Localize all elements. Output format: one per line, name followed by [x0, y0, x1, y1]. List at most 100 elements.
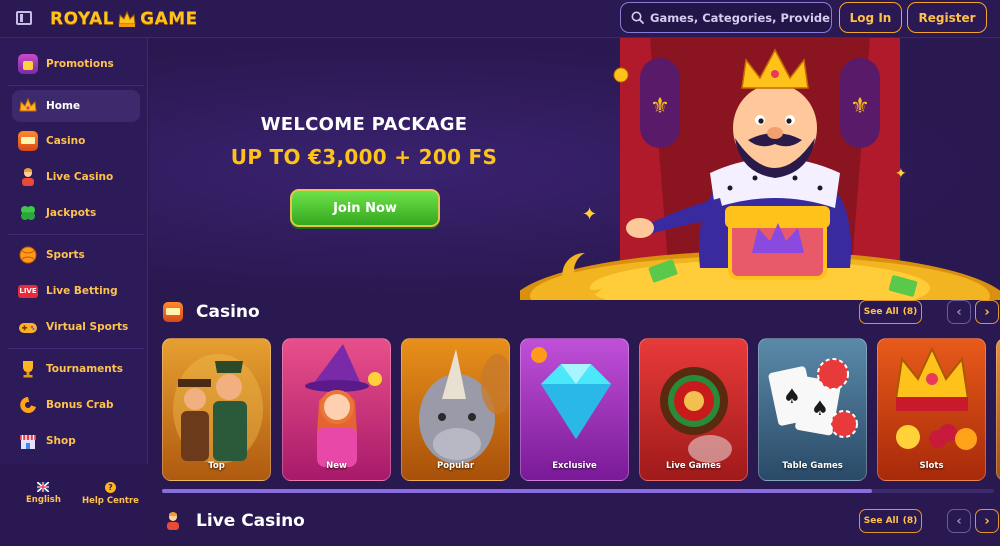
- ball-icon: [19, 246, 37, 264]
- svg-text:⚜: ⚜: [850, 94, 870, 119]
- sidebar-item-shop[interactable]: Shop: [12, 425, 140, 457]
- sidebar-item-label: Tournaments: [46, 363, 124, 375]
- login-button[interactable]: Log In: [839, 2, 902, 33]
- svg-text:✦: ✦: [895, 166, 907, 182]
- sidebar-item-live-betting[interactable]: LIVE Live Betting: [12, 275, 140, 307]
- top-header: ROYAL GAME Log In Register: [0, 0, 1000, 38]
- sidebar-item-promotions[interactable]: Promotions: [12, 48, 140, 80]
- crab-icon: [20, 397, 36, 413]
- help-centre-label: Help Centre: [82, 496, 139, 506]
- live-casino-prev-arrow-icon[interactable]: ‹: [947, 509, 971, 533]
- sidebar-divider: [8, 234, 144, 235]
- sidebar-item-casino[interactable]: Casino: [12, 125, 140, 157]
- sidebar-item-bonus-crab[interactable]: Bonus Crab: [12, 389, 140, 421]
- category-card-table-games[interactable]: ♠ ♠ Table Games: [758, 338, 867, 481]
- cards-and-chips-artwork: ♠ ♠: [768, 358, 858, 438]
- slot-machine-icon: [163, 302, 183, 322]
- card-label: Live Games: [666, 461, 721, 471]
- roulette-artwork: [660, 367, 732, 463]
- category-card-new[interactable]: New: [282, 338, 391, 481]
- see-all-label: See All: [863, 307, 899, 317]
- carousel-scrollbar[interactable]: [162, 489, 994, 493]
- clover-icon: [21, 206, 35, 220]
- category-card-live-games[interactable]: Live Games: [639, 338, 748, 481]
- dealer-icon: [22, 168, 34, 186]
- see-all-casino-button[interactable]: See All (8): [859, 300, 922, 324]
- join-now-button[interactable]: Join Now: [290, 189, 440, 227]
- banner-offer: UP TO €3,000 + 200 FS: [230, 145, 498, 169]
- card-label: Table Games: [782, 461, 843, 471]
- sidebar-item-sports[interactable]: Sports: [12, 239, 140, 271]
- uk-flag-icon: [37, 482, 50, 492]
- card-label: Popular: [436, 461, 475, 471]
- card-label: New: [326, 461, 347, 471]
- slot-machine-icon: [18, 131, 38, 151]
- sidebar-item-label: Bonus Crab: [46, 399, 114, 411]
- casino-next-arrow-icon[interactable]: ›: [975, 300, 999, 324]
- search-input[interactable]: [650, 10, 830, 25]
- shop-icon: [20, 435, 36, 449]
- crown-fruits-artwork: [894, 346, 977, 450]
- sidebar-item-home[interactable]: Home: [12, 90, 140, 122]
- trophy-icon: [23, 361, 33, 378]
- register-button[interactable]: Register: [907, 2, 987, 33]
- see-all-label: See All: [863, 516, 899, 526]
- language-selector[interactable]: English: [26, 482, 61, 505]
- casino-prev-arrow-icon[interactable]: ‹: [947, 300, 971, 324]
- sidebar-item-virtual-sports[interactable]: Virtual Sports: [12, 311, 140, 343]
- gamepad-icon: [19, 323, 37, 333]
- sidebar-item-jackpots[interactable]: Jackpots: [12, 197, 140, 229]
- casino-section-header: Casino See All (8) ‹ ›: [163, 298, 1000, 326]
- category-card-partial[interactable]: [996, 338, 1000, 481]
- category-card-exclusive[interactable]: Exclusive: [520, 338, 629, 481]
- svg-text:♠: ♠: [811, 396, 829, 420]
- welcome-banner[interactable]: WELCOME PACKAGE UP TO €3,000 + 200 FS Jo…: [149, 38, 1000, 300]
- sidebar-divider: [8, 348, 144, 349]
- king-illustration: ⚜ ⚜ ✦ ✦: [520, 38, 1000, 300]
- logo-text-game: GAME: [140, 9, 198, 29]
- royal-game-logo[interactable]: ROYAL GAME: [50, 7, 198, 31]
- help-centre-link[interactable]: ? Help Centre: [82, 482, 139, 506]
- category-card-slots[interactable]: Slots: [877, 338, 986, 481]
- sidebar: Promotions Home Casino Live Casino Jackp…: [0, 38, 148, 546]
- sidebar-item-label: Sports: [46, 249, 85, 261]
- sidebar-item-live-casino[interactable]: Live Casino: [12, 161, 140, 193]
- section-title: Live Casino: [196, 511, 305, 531]
- card-label: Slots: [919, 461, 944, 471]
- sidebar-item-label: Live Betting: [46, 285, 118, 297]
- dealer-icon: [167, 512, 179, 530]
- banner-title: WELCOME PACKAGE: [260, 114, 468, 135]
- sidebar-item-tournaments[interactable]: Tournaments: [12, 353, 140, 385]
- sidebar-item-label: Casino: [46, 135, 86, 147]
- see-all-count: (8): [902, 307, 918, 317]
- sidebar-item-label: Live Casino: [46, 171, 114, 183]
- gift-icon: [18, 54, 38, 74]
- svg-text:♠: ♠: [783, 384, 801, 408]
- category-card-popular[interactable]: Popular: [401, 338, 510, 481]
- search-icon: [631, 11, 644, 24]
- witch-artwork: [305, 344, 382, 467]
- see-all-live-casino-button[interactable]: See All (8): [859, 509, 922, 533]
- logo-crown-icon: [118, 10, 136, 27]
- logo-text-royal: ROYAL: [50, 9, 115, 29]
- adventurer-artwork: [173, 354, 263, 464]
- svg-text:⚜: ⚜: [650, 94, 670, 119]
- search-box[interactable]: [620, 2, 832, 33]
- diamond-artwork: [531, 347, 611, 439]
- crown-icon: [19, 97, 37, 112]
- category-card-top[interactable]: Top: [162, 338, 271, 481]
- main-content: WELCOME PACKAGE UP TO €3,000 + 200 FS Jo…: [149, 38, 1000, 546]
- sidebar-divider: [8, 85, 144, 86]
- live-casino-section-header: Live Casino See All (8) ‹ ›: [163, 507, 1000, 535]
- rhino-artwork: [419, 349, 509, 464]
- card-label: Exclusive: [552, 461, 597, 471]
- casino-category-carousel: Top New Popular Exclusive Live Games ♠ ♠…: [162, 338, 1000, 481]
- section-title: Casino: [196, 302, 260, 322]
- live-icon: LIVE: [18, 284, 38, 298]
- sidebar-toggle-icon[interactable]: [16, 11, 32, 25]
- help-icon: ?: [104, 482, 116, 493]
- scrollbar-thumb[interactable]: [162, 489, 872, 493]
- live-casino-next-arrow-icon[interactable]: ›: [975, 509, 999, 533]
- sidebar-item-label: Jackpots: [46, 207, 97, 219]
- svg-text:✦: ✦: [582, 204, 597, 225]
